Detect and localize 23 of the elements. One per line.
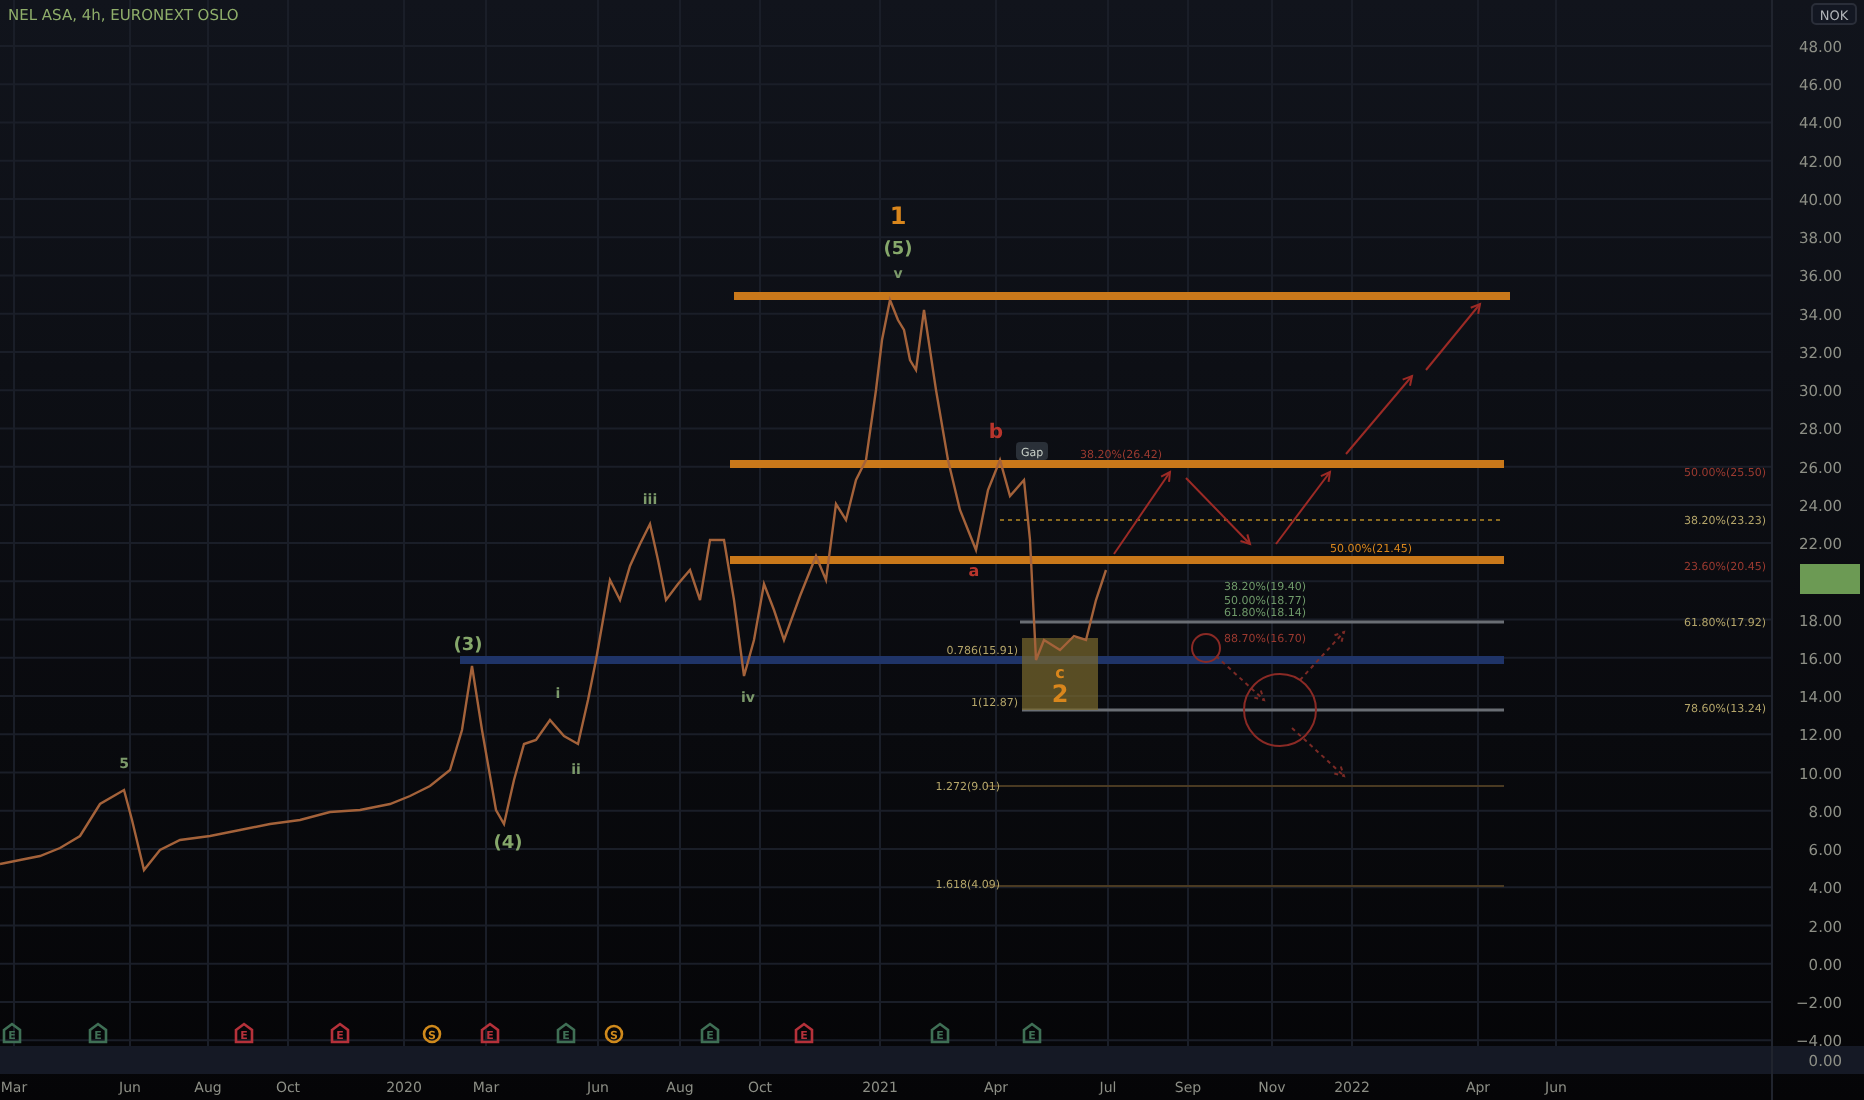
wave-label: c — [1055, 664, 1065, 682]
last-price-marker — [1800, 564, 1860, 594]
highlight-circle[interactable] — [1243, 673, 1317, 747]
projection-arrow[interactable] — [1425, 302, 1482, 371]
wave-label: b — [988, 422, 1004, 444]
wave-label: (4) — [493, 834, 523, 854]
wave-label: 1 — [889, 202, 907, 230]
support-line[interactable] — [460, 656, 1504, 664]
fib-level-line[interactable] — [999, 519, 1505, 521]
projection-arrow[interactable] — [1345, 374, 1414, 455]
target-zone[interactable] — [1022, 638, 1098, 710]
wave-label: (3) — [453, 636, 483, 656]
projection-arrow[interactable] — [1113, 470, 1172, 555]
projection-arrow[interactable] — [1215, 655, 1266, 702]
fib-level-line[interactable] — [1020, 620, 1504, 624]
projection-arrow[interactable] — [1185, 477, 1252, 546]
projection-arrow[interactable] — [1291, 727, 1346, 778]
wave-label: 2 — [1051, 680, 1069, 708]
wave-label: a — [968, 562, 980, 580]
wave-label: (5) — [883, 240, 913, 260]
fib-level-line[interactable] — [1022, 708, 1504, 712]
projection-arrow[interactable] — [1275, 470, 1332, 545]
highlight-circle[interactable] — [1191, 633, 1221, 663]
